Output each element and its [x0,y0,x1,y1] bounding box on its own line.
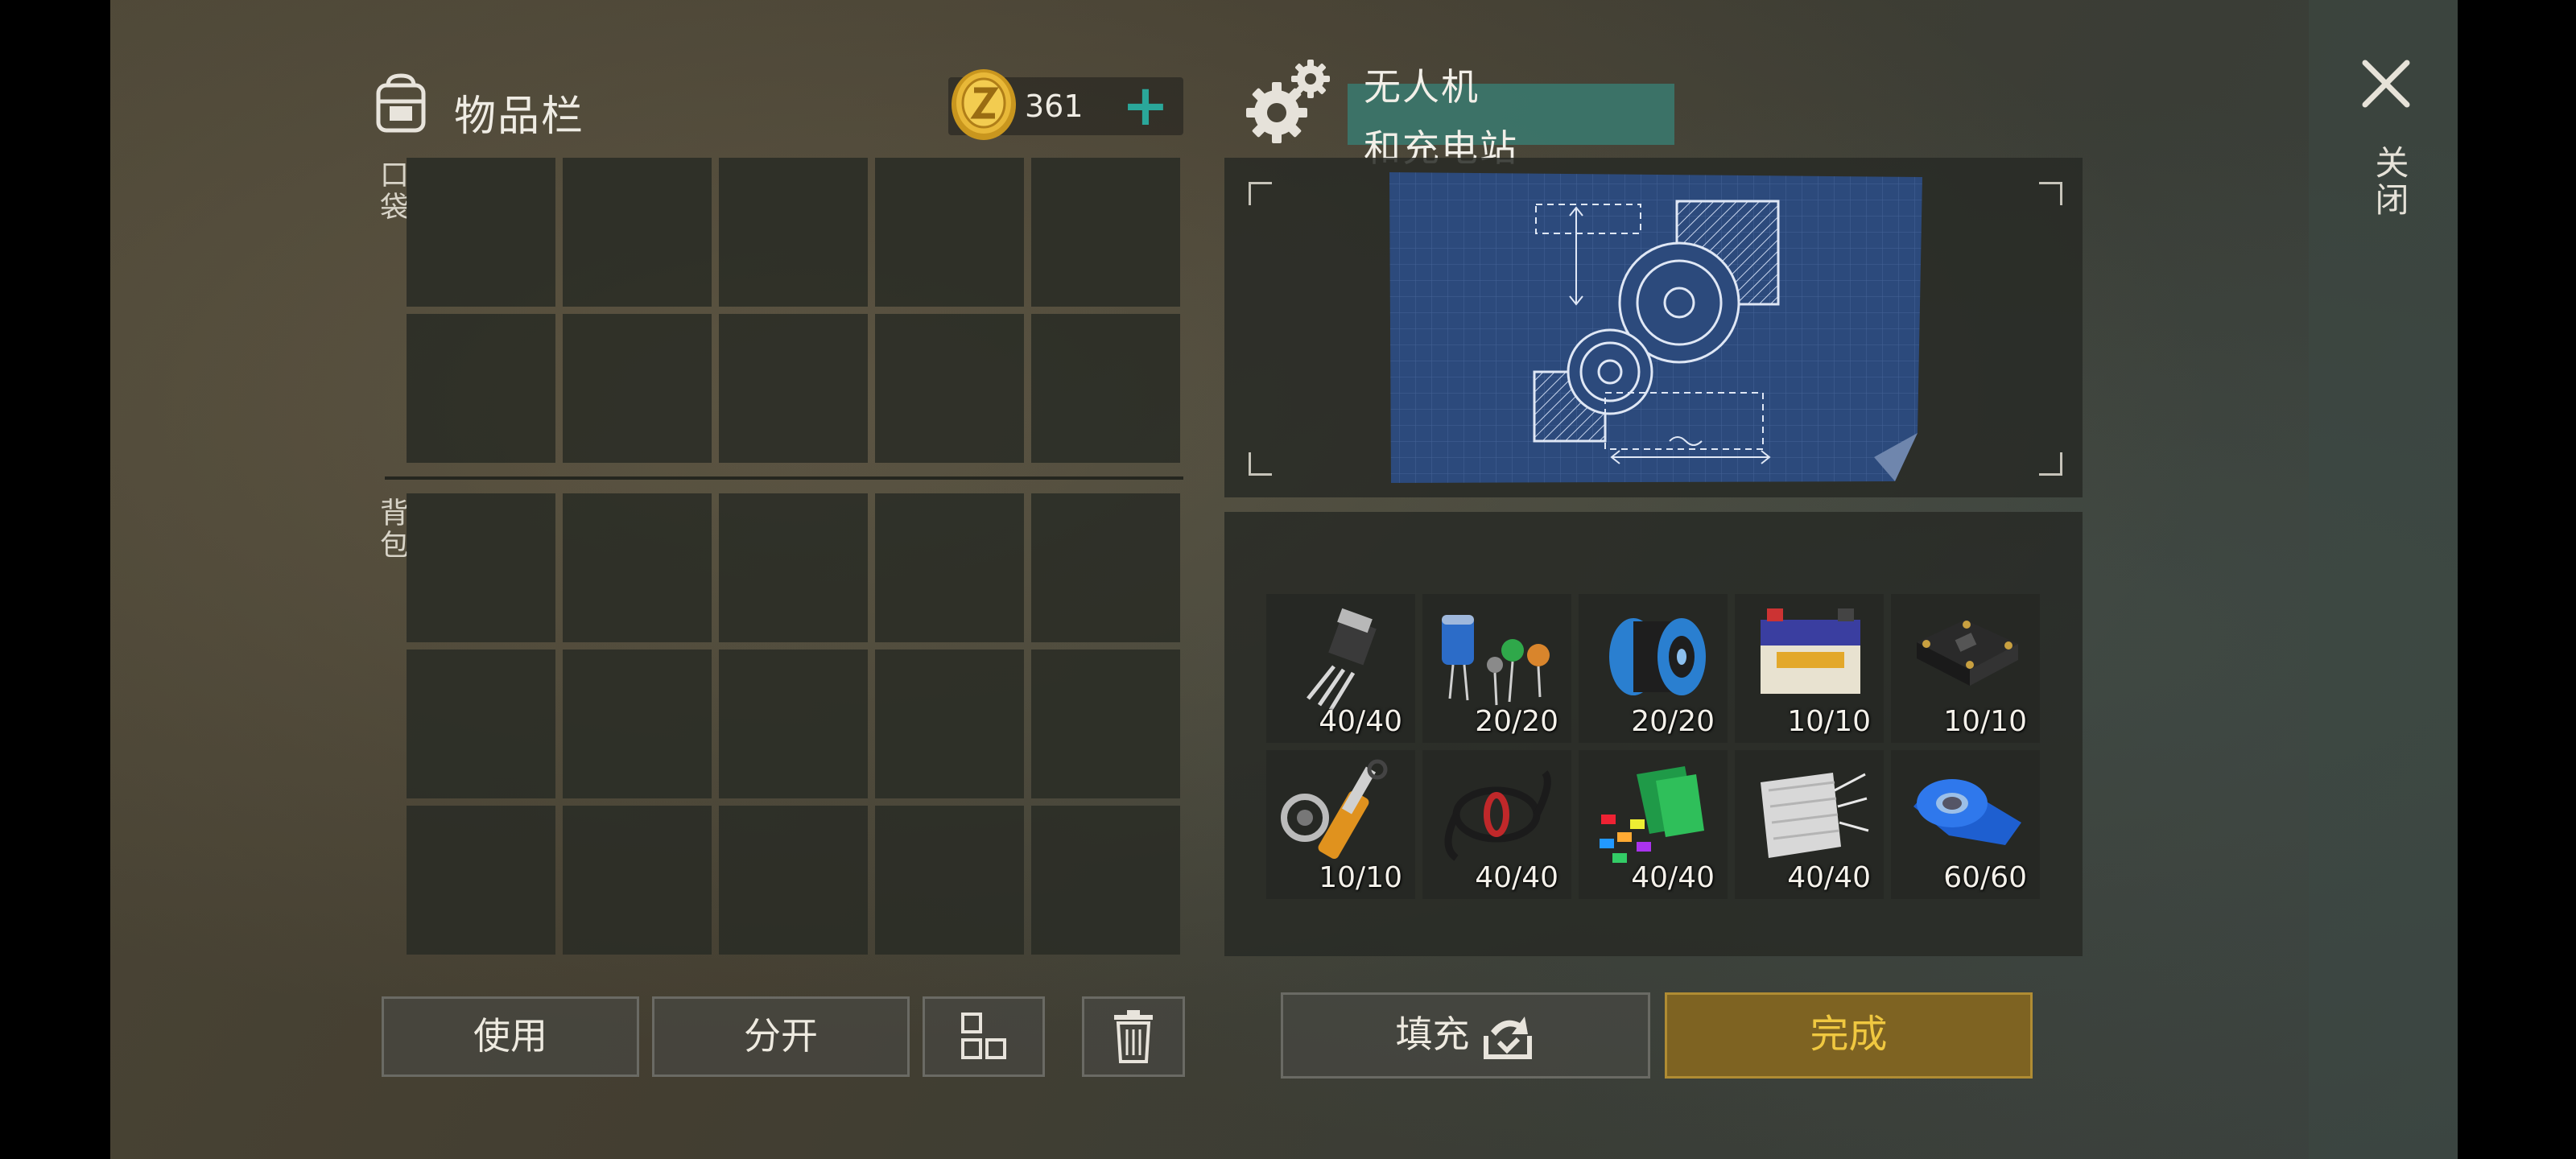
grid-icon [961,1013,1006,1059]
transistor-icon [1307,608,1377,711]
blueprint-image [1389,172,1922,483]
inventory-slot[interactable] [563,158,712,307]
inventory-slot[interactable] [1031,314,1180,463]
recipe-title-line1: 无人机 [1364,65,1480,109]
inventory-slot[interactable] [719,158,868,307]
ingredient-slot[interactable]: 10/10 [1735,594,1884,743]
ingredient-slot[interactable]: 20/20 [1422,594,1571,743]
ingredient-slot[interactable]: 10/10 [1266,750,1415,899]
inventory-slot[interactable] [1031,493,1180,642]
wire-spool-icon [1609,618,1706,695]
frame-corner [2039,182,2062,205]
add-coins-button[interactable]: + [1119,77,1172,134]
capacitors-icon [1442,615,1550,706]
ingredient-count: 40/40 [1631,861,1715,894]
coin-icon [952,69,1016,140]
sort-button[interactable] [923,996,1045,1077]
inventory-slot[interactable] [875,806,1024,955]
ingredient-count: 10/10 [1787,705,1871,738]
use-button[interactable]: 使用 [382,996,639,1077]
fill-arrow-icon [1483,1016,1532,1059]
inventory-title: 物品栏 [454,93,585,141]
backpack-grid [407,493,1180,955]
backpack-icon [376,73,426,133]
frame-corner [1249,452,1272,476]
close-label[interactable]: 关闭 [2365,145,2414,219]
inventory-slot[interactable] [407,158,555,307]
ingredients-grid: 40/40 20/20 20/20 10/10 10/10 10/10 40/4… [1266,594,2040,899]
split-button[interactable]: 分开 [652,996,910,1077]
inventory-slot[interactable] [719,493,868,642]
hydraulic-cylinder-icon [1281,759,1388,860]
inventory-slot[interactable] [407,314,555,463]
frame-corner [2039,452,2062,476]
ingredient-slot[interactable]: 40/40 [1579,750,1728,899]
inventory-slot[interactable] [1031,650,1180,798]
inventory-slot[interactable] [719,806,868,955]
inventory-slot[interactable] [563,493,712,642]
inventory-slot[interactable] [719,650,868,798]
ingredient-count: 40/40 [1319,705,1402,738]
inventory-slot[interactable] [563,314,712,463]
blue-tape-icon [1913,779,2021,845]
frame-corner [1249,182,1272,205]
inventory-slot[interactable] [719,314,868,463]
coin-count: 361 [1025,89,1084,124]
inventory-slot[interactable] [1031,158,1180,307]
ingredient-count: 40/40 [1475,861,1558,894]
circuit-board-icon [1917,620,2018,686]
inventory-slot[interactable] [407,806,555,955]
inventory-slot[interactable] [563,650,712,798]
ingredient-count: 10/10 [1943,705,2027,738]
fill-label: 填充 [1395,1013,1470,1056]
fiberglass-icon [1761,773,1869,858]
ingredient-slot[interactable]: 40/40 [1735,750,1884,899]
delete-button[interactable] [1082,996,1185,1077]
inventory-slot[interactable] [1031,806,1180,955]
fill-button[interactable]: 填充 [1281,992,1650,1079]
ingredient-slot[interactable]: 40/40 [1422,750,1571,899]
ingredient-count: 10/10 [1319,861,1402,894]
pocket-grid [407,158,1180,463]
inventory-slot[interactable] [875,493,1024,642]
inventory-slot[interactable] [875,314,1024,463]
ingredient-count: 60/60 [1943,861,2027,894]
section-divider [385,476,1183,480]
inventory-slot[interactable] [407,493,555,642]
plastic-parts-icon [1600,766,1704,863]
ingredient-slot[interactable]: 10/10 [1891,594,2040,743]
ingredient-count: 40/40 [1787,861,1871,894]
trash-icon [1114,1010,1153,1063]
ingredient-slot[interactable]: 40/40 [1266,594,1415,743]
done-button[interactable]: 完成 [1665,992,2033,1079]
ingredient-slot[interactable]: 60/60 [1891,750,2040,899]
inventory-slot[interactable] [407,650,555,798]
inventory-slot[interactable] [875,158,1024,307]
close-icon[interactable] [2355,53,2417,114]
battery-icon [1761,608,1860,694]
ingredient-slot[interactable]: 20/20 [1579,594,1728,743]
inventory-slot[interactable] [875,650,1024,798]
gears-icon [1246,60,1330,143]
inventory-slot[interactable] [563,806,712,955]
ingredient-count: 20/20 [1475,705,1558,738]
ingredient-count: 20/20 [1631,705,1715,738]
cable-icon [1444,770,1551,861]
